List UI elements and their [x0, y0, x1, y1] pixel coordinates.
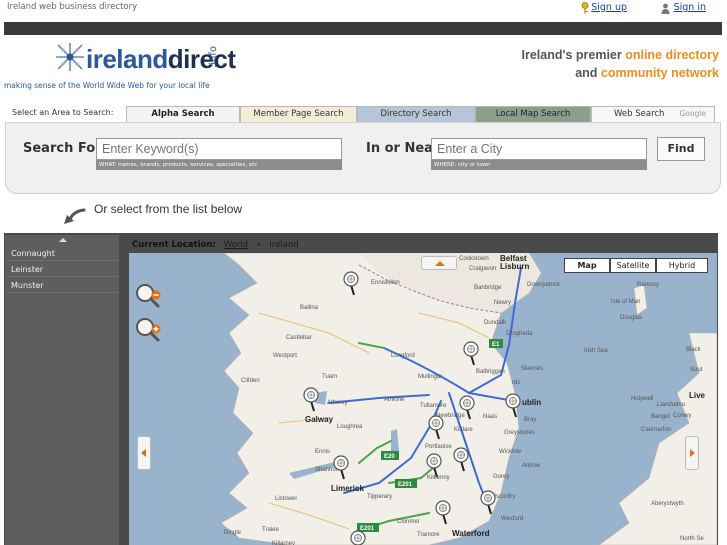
google-logo: Google	[679, 109, 706, 118]
curved-arrow-icon	[64, 208, 86, 224]
current-location-label: Current Location:	[132, 240, 216, 250]
map-type-map-button[interactable]: Map	[564, 258, 610, 273]
key-icon	[581, 2, 589, 14]
city-input[interactable]	[431, 138, 647, 160]
map-pan-right-button[interactable]	[685, 436, 699, 470]
slogan-highlight-1: online directory	[625, 48, 719, 62]
map-graphic: E1 E20 E201 E201	[220, 253, 717, 545]
top-strip: Ireland web business directory Sign up S…	[0, 0, 727, 22]
svg-text:E20: E20	[384, 454, 395, 460]
site-tagline: Ireland web business directory	[7, 2, 138, 12]
select-area-label: Select an Area to Search:	[12, 108, 114, 117]
map-pan-left-button[interactable]	[137, 436, 151, 470]
isle-of-man	[633, 284, 648, 316]
svg-text:E201: E201	[360, 526, 375, 532]
signup-link[interactable]: Sign up	[591, 2, 627, 13]
region-sidebar: Connaught Leinster Munster	[5, 235, 119, 545]
city-hint: WHERE: city or town	[431, 160, 647, 170]
tab-member-page-search[interactable]: Member Page Search	[240, 106, 357, 122]
slogan-highlight-2: community network	[600, 66, 719, 80]
keyword-input[interactable]	[96, 138, 342, 160]
logo-main-text: ireland	[86, 44, 168, 74]
find-button[interactable]: Find	[657, 137, 705, 161]
map-type-satellite-button[interactable]: Satellite	[610, 258, 656, 273]
slogan-line1: Ireland's premier	[521, 48, 626, 62]
zoom-out-icon[interactable]	[134, 282, 162, 308]
map-pan-up-button[interactable]	[421, 256, 457, 270]
tab-directory-search[interactable]: Directory Search	[357, 106, 475, 122]
logo-icon	[56, 43, 84, 71]
svg-text:E201: E201	[398, 482, 413, 488]
current-location-breadcrumb: Current Location: World » Ireland	[132, 240, 299, 250]
premier-slogan: Ireland's premier online directory and c…	[522, 46, 720, 82]
map-type-hybrid-button[interactable]: Hybrid	[656, 258, 708, 273]
or-select-label: Or select from the list below	[94, 202, 243, 216]
breadcrumb-world-link[interactable]: World	[224, 240, 248, 250]
map-marker-icon[interactable]	[350, 530, 366, 545]
web-search-label: Web Search	[614, 109, 665, 119]
breadcrumb-separator: »	[256, 240, 262, 250]
zoom-in-icon[interactable]	[134, 316, 162, 342]
user-icon	[661, 3, 670, 14]
svg-text:E1: E1	[492, 342, 500, 348]
tab-alpha-search[interactable]: Alpha Search	[126, 106, 240, 122]
logo-tld: .info	[208, 46, 219, 68]
keyword-hint: WHAT: names, brands, products, services,…	[96, 160, 342, 170]
breadcrumb-current: Ireland	[269, 240, 299, 250]
map-canvas[interactable]: E1 E20 E201 E201	[129, 253, 717, 545]
tab-web-search[interactable]: Web Search Google	[591, 106, 715, 122]
page: Ireland web business directory Sign up S…	[0, 0, 727, 545]
region-item-leinster[interactable]: Leinster	[5, 262, 119, 277]
region-item-munster[interactable]: Munster	[5, 278, 119, 293]
site-subtitle: making sense of the World Wide Web for y…	[4, 81, 210, 90]
region-item-connaught[interactable]: Connaught	[5, 246, 119, 261]
slogan-line2: and	[575, 66, 601, 80]
scroll-up-icon[interactable]	[59, 238, 67, 242]
header-divider-bar	[4, 22, 722, 35]
tab-local-map-search[interactable]: Local Map Search	[475, 106, 591, 122]
logo-dark-text: direct	[167, 44, 236, 74]
search-panel: Search For: WHAT: names, brands, product…	[5, 122, 721, 194]
signin-link[interactable]: Sign in	[674, 2, 706, 13]
britain-land	[598, 332, 717, 545]
search-for-label: Search For:	[23, 141, 107, 156]
